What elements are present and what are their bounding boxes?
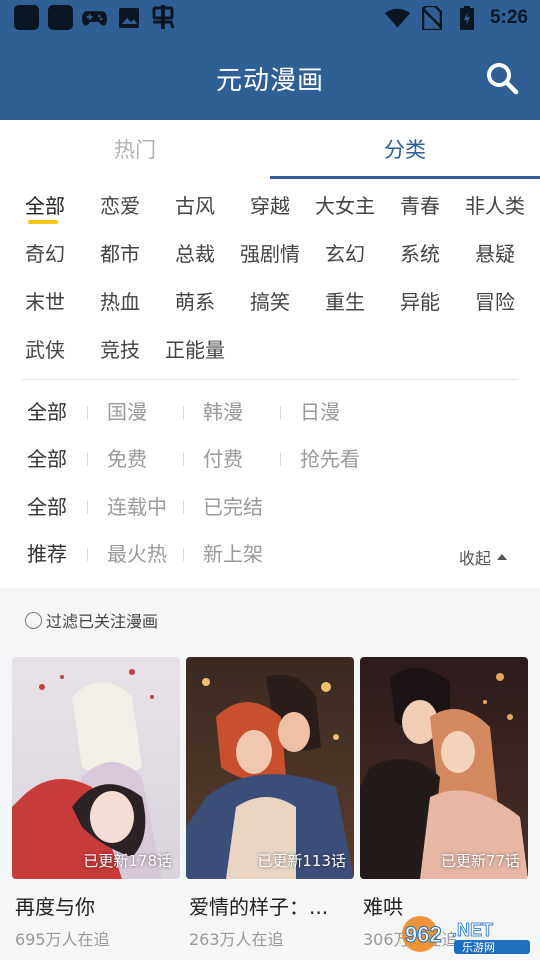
comic-cover: 已更新178话 xyxy=(12,657,180,879)
genre-selected-indicator xyxy=(28,220,58,224)
status-completed[interactable]: 已完结 xyxy=(203,487,263,527)
svg-text:.NET: .NET xyxy=(452,920,493,940)
comic-title: 爱情的样子：... xyxy=(189,895,329,919)
price-filter-row: 全部 免费 付费 抢先看 xyxy=(0,439,540,479)
sort-hottest[interactable]: 最火热 xyxy=(107,534,167,574)
tab-bar: 热门 分类 xyxy=(0,120,540,180)
genre-adventure[interactable]: 冒险 xyxy=(450,286,540,315)
price-free[interactable]: 免费 xyxy=(107,439,147,479)
bug-icon xyxy=(150,4,175,30)
genre-nonhuman[interactable]: 非人类 xyxy=(450,190,540,219)
comic-cover: 已更新113话 xyxy=(186,657,354,879)
region-filter-row: 全部 国漫 韩漫 日漫 xyxy=(0,392,540,432)
separator xyxy=(87,548,88,561)
comic-followers: 263万人在追 xyxy=(189,930,284,949)
svg-text:乐游网: 乐游网 xyxy=(462,941,495,954)
gamepad-icon xyxy=(82,5,107,30)
collapse-label: 收起 xyxy=(459,549,492,568)
image-icon xyxy=(116,5,141,30)
comic-card[interactable]: 已更新77话 难哄 306万人在追 xyxy=(360,657,528,950)
comic-followers: 695万人在追 xyxy=(15,930,110,949)
sort-recommended[interactable]: 推荐 xyxy=(27,534,67,574)
caret-up-icon xyxy=(497,554,508,560)
watermark-logo: 962 .NET 乐游网 xyxy=(400,912,536,956)
no-sim-icon xyxy=(420,5,445,30)
status-bar: 5:26 xyxy=(0,0,540,36)
separator xyxy=(183,453,184,466)
status-ongoing[interactable]: 连载中 xyxy=(107,487,167,527)
price-paid[interactable]: 付费 xyxy=(203,439,243,479)
tab-category[interactable]: 分类 xyxy=(270,120,540,180)
separator xyxy=(280,406,281,419)
sort-newest[interactable]: 新上架 xyxy=(203,534,263,574)
price-all[interactable]: 全部 xyxy=(27,439,67,479)
search-button[interactable] xyxy=(482,58,522,98)
wifi-icon xyxy=(384,5,410,30)
comic-list-section: 过滤已关注漫画 已更新178话 再度与你 695万人在追 已更新113话 爱情的… xyxy=(0,588,540,960)
price-early-access[interactable]: 抢先看 xyxy=(300,439,360,479)
page-title: 元动漫画 xyxy=(215,66,324,96)
collapse-button[interactable]: 收起 xyxy=(459,545,508,569)
region-japan[interactable]: 日漫 xyxy=(300,392,340,432)
separator xyxy=(87,501,88,514)
separator xyxy=(280,453,281,466)
clock: 5:26 xyxy=(489,6,528,28)
separator xyxy=(183,406,184,419)
app-square-icon xyxy=(48,5,73,30)
update-badge: 已更新77话 xyxy=(440,852,520,870)
separator xyxy=(183,548,184,561)
separator xyxy=(87,453,88,466)
svg-text:962: 962 xyxy=(405,922,442,947)
status-filter-row: 全部 连载中 已完结 xyxy=(0,487,540,527)
region-china[interactable]: 国漫 xyxy=(107,392,147,432)
follow-filter-label: 过滤已关注漫画 xyxy=(46,612,159,631)
battery-icon xyxy=(455,5,480,30)
update-badge: 已更新178话 xyxy=(83,852,172,870)
region-all[interactable]: 全部 xyxy=(27,392,67,432)
tab-hot[interactable]: 热门 xyxy=(0,120,270,180)
comic-card[interactable]: 已更新178话 再度与你 695万人在追 xyxy=(12,657,180,950)
separator xyxy=(87,406,88,419)
genre-mystery[interactable]: 悬疑 xyxy=(450,238,540,267)
radio-unchecked-icon xyxy=(25,611,42,629)
divider xyxy=(22,379,518,380)
app-header: 元动漫画 xyxy=(0,36,540,120)
comic-cover: 已更新77话 xyxy=(360,657,528,879)
active-tab-indicator xyxy=(270,176,540,179)
comic-title: 再度与你 xyxy=(15,895,95,919)
update-badge: 已更新113话 xyxy=(257,852,346,870)
search-icon xyxy=(487,63,519,95)
status-all[interactable]: 全部 xyxy=(27,487,67,527)
region-korea[interactable]: 韩漫 xyxy=(203,392,243,432)
comic-card[interactable]: 已更新113话 爱情的样子：... 263万人在追 xyxy=(186,657,354,950)
app-square-icon xyxy=(14,5,39,30)
genre-positive[interactable]: 正能量 xyxy=(150,334,240,363)
follow-filter-toggle[interactable]: 过滤已关注漫画 xyxy=(25,608,158,632)
separator xyxy=(183,501,184,514)
